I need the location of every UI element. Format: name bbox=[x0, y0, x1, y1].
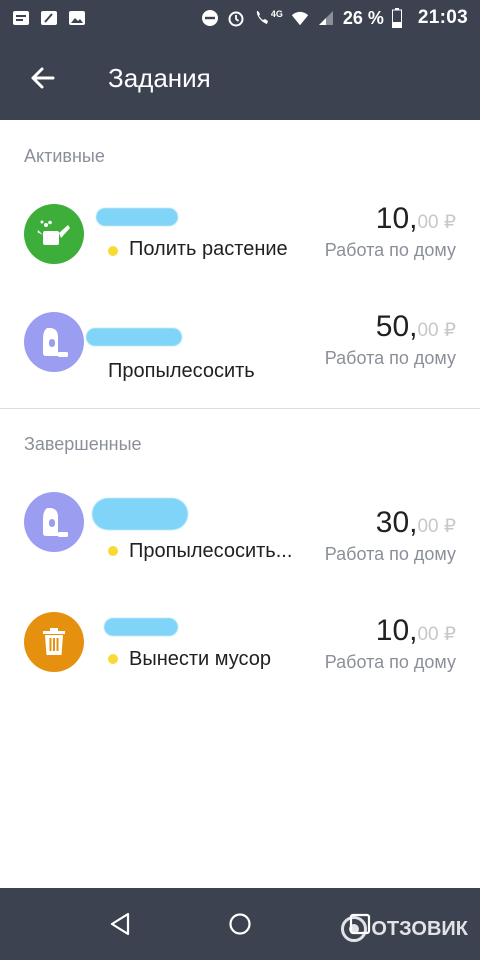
clock: 21:03 bbox=[417, 7, 468, 28]
task-avatar bbox=[24, 312, 84, 372]
trash-can-icon bbox=[43, 628, 65, 655]
do-not-disturb-icon bbox=[201, 10, 218, 26]
task-row[interactable]: Пропылесосить 50,00 ₽ Работа по дому bbox=[0, 290, 480, 394]
task-amount: 10,00 ₽ bbox=[375, 202, 456, 235]
watering-can-icon bbox=[37, 220, 70, 245]
task-avatar bbox=[24, 204, 84, 264]
task-avatar bbox=[24, 612, 84, 672]
task-category: Работа по дому bbox=[324, 240, 456, 260]
hidden-name bbox=[104, 618, 178, 636]
task-title: Пропылесосить... bbox=[129, 540, 293, 562]
task-amount: 10,00 ₽ bbox=[375, 614, 456, 647]
vacuum-cleaner-icon bbox=[43, 508, 68, 537]
task-title: Полить растение bbox=[129, 238, 288, 260]
page-title: Задания bbox=[108, 62, 211, 93]
edit-notification-icon bbox=[41, 11, 57, 25]
circle-home-icon bbox=[229, 913, 251, 935]
task-avatar bbox=[24, 492, 84, 552]
status-dot bbox=[108, 546, 118, 556]
section-divider bbox=[0, 408, 480, 409]
toolbar: Задания bbox=[0, 36, 480, 120]
status-dot bbox=[108, 654, 118, 664]
status-dot bbox=[108, 246, 118, 256]
task-title: Вынести мусор bbox=[129, 648, 271, 670]
task-amount: 50,00 ₽ bbox=[375, 310, 456, 343]
back-button[interactable] bbox=[0, 36, 84, 120]
arrow-back-icon bbox=[31, 67, 55, 89]
watermark: ОТЗОВИК bbox=[341, 916, 468, 942]
hidden-name bbox=[86, 328, 182, 346]
network-type: 4G bbox=[270, 9, 283, 19]
message-notification-icon bbox=[13, 11, 29, 25]
call-4g-icon: 4G bbox=[253, 9, 283, 27]
cell-signal-icon bbox=[318, 11, 333, 25]
hidden-name bbox=[92, 498, 188, 530]
watermark-logo-icon bbox=[341, 916, 368, 942]
alarm-icon bbox=[228, 11, 244, 27]
task-category: Работа по дому bbox=[324, 652, 456, 672]
section-header-active: Активные bbox=[24, 146, 105, 166]
nav-back-button[interactable] bbox=[100, 904, 140, 944]
nav-home-button[interactable] bbox=[220, 904, 260, 944]
task-amount: 30,00 ₽ bbox=[375, 506, 456, 539]
hidden-name bbox=[96, 208, 178, 226]
task-row[interactable]: Вынести мусор 10,00 ₽ Работа по дому bbox=[0, 590, 480, 694]
wifi-icon bbox=[291, 11, 308, 26]
vacuum-cleaner-icon bbox=[43, 328, 68, 357]
task-row[interactable]: Полить растение 10,00 ₽ Работа по дому bbox=[0, 182, 480, 286]
image-notification-icon bbox=[69, 11, 85, 25]
task-category: Работа по дому bbox=[324, 544, 456, 564]
task-category: Работа по дому bbox=[324, 348, 456, 368]
battery-percentage: 26 % bbox=[342, 7, 384, 28]
status-bar: 4G 26 % 21:03 bbox=[0, 0, 480, 36]
battery-icon bbox=[391, 8, 402, 28]
section-header-completed: Завершенные bbox=[24, 434, 142, 454]
task-title: Пропылесосить bbox=[108, 360, 255, 382]
task-row[interactable]: Пропылесосить... 30,00 ₽ Работа по дому bbox=[0, 470, 480, 574]
triangle-back-icon bbox=[110, 912, 130, 936]
